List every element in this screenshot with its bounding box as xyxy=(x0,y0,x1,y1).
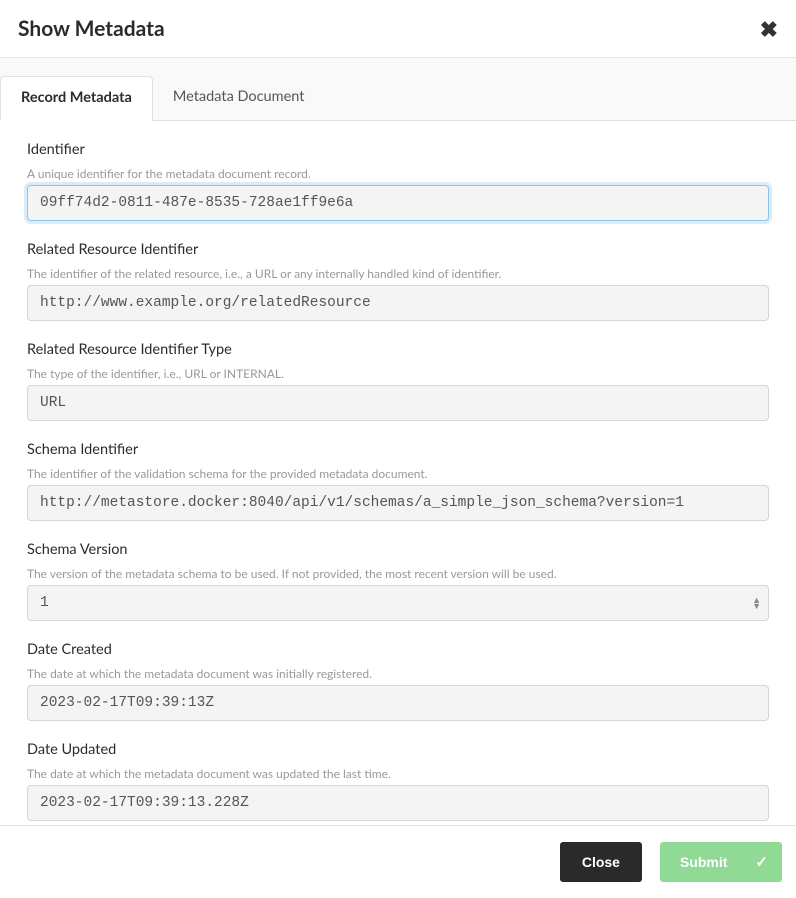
date-updated-input[interactable] xyxy=(27,785,769,821)
date-created-input[interactable] xyxy=(27,685,769,721)
stepper-down-icon[interactable]: ▼ xyxy=(752,603,761,609)
schema-identifier-label: Schema Identifier xyxy=(27,441,769,458)
schema-identifier-input[interactable] xyxy=(27,485,769,521)
modal-footer: Close Submit ✓ xyxy=(0,825,796,898)
check-icon: ✓ xyxy=(755,853,768,871)
tab-record-metadata[interactable]: Record Metadata xyxy=(0,76,153,121)
related-resource-input[interactable] xyxy=(27,285,769,321)
related-resource-desc: The identifier of the related resource, … xyxy=(27,266,769,281)
close-icon[interactable]: ✖ xyxy=(760,18,778,40)
schema-version-desc: The version of the metadata schema to be… xyxy=(27,566,769,581)
tab-metadata-document[interactable]: Metadata Document xyxy=(153,76,325,120)
tabs-container: Record Metadata Metadata Document xyxy=(0,58,796,121)
schema-identifier-desc: The identifier of the validation schema … xyxy=(27,466,769,481)
submit-button-label: Submit xyxy=(680,854,727,870)
identifier-desc: A unique identifier for the metadata doc… xyxy=(27,166,769,181)
date-updated-desc: The date at which the metadata document … xyxy=(27,766,769,781)
date-created-label: Date Created xyxy=(27,641,769,658)
related-resource-type-desc: The type of the identifier, i.e., URL or… xyxy=(27,366,769,381)
close-button[interactable]: Close xyxy=(560,842,642,882)
form-content: Identifier A unique identifier for the m… xyxy=(0,121,796,835)
identifier-input[interactable] xyxy=(27,185,769,221)
related-resource-label: Related Resource Identifier xyxy=(27,241,769,258)
related-resource-type-input[interactable] xyxy=(27,385,769,421)
schema-version-label: Schema Version xyxy=(27,541,769,558)
related-resource-type-label: Related Resource Identifier Type xyxy=(27,341,769,358)
number-stepper[interactable]: ▲ ▼ xyxy=(752,597,761,609)
schema-version-input[interactable] xyxy=(27,585,769,621)
date-updated-label: Date Updated xyxy=(27,741,769,758)
identifier-label: Identifier xyxy=(27,141,769,158)
modal-title: Show Metadata xyxy=(18,16,165,41)
date-created-desc: The date at which the metadata document … xyxy=(27,666,769,681)
submit-button[interactable]: Submit ✓ xyxy=(660,842,782,882)
